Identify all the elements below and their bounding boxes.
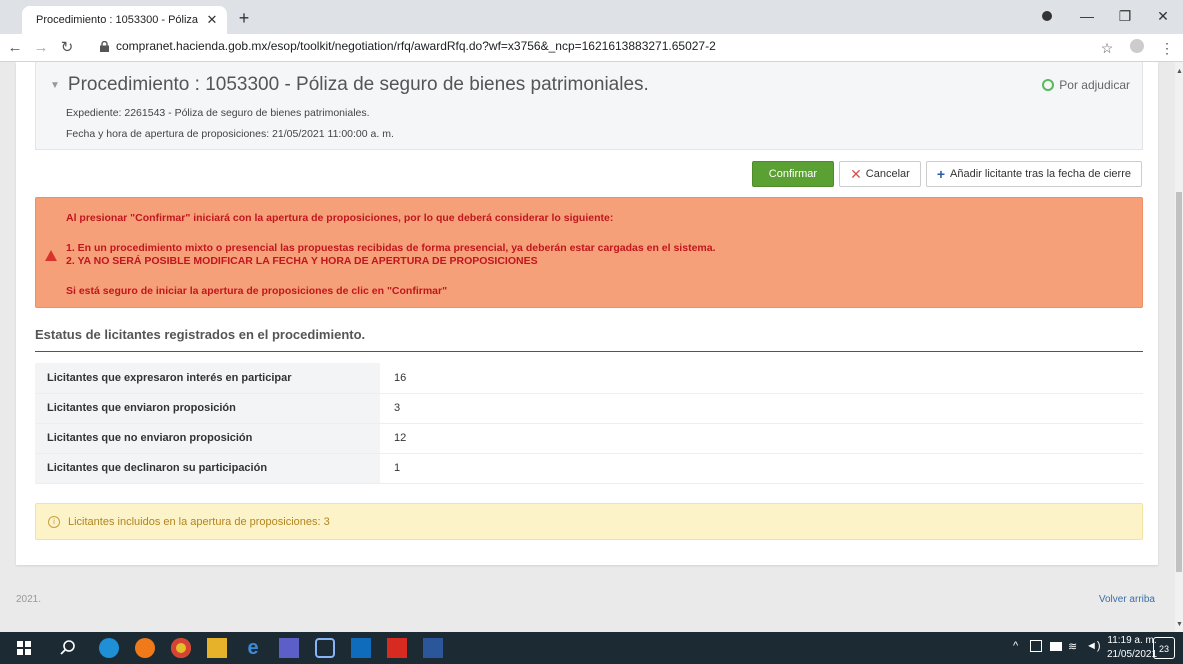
volume-icon[interactable]: ◄) bbox=[1086, 640, 1101, 652]
alert-item-2: 2. YA NO SERÁ POSIBLE MODIFICAR LA FECHA… bbox=[66, 255, 538, 267]
stats-section-title: Estatus de licitantes registrados en el … bbox=[35, 327, 366, 342]
page-viewport: ▼ Procedimiento : 1053300 - Póliza de se… bbox=[0, 62, 1175, 632]
procedure-title: Procedimiento : 1053300 - Póliza de segu… bbox=[67, 74, 649, 95]
chrome-icon[interactable] bbox=[171, 638, 191, 658]
profile-dot-icon[interactable] bbox=[1032, 4, 1062, 28]
stat-label: Licitantes que expresaron interés en par… bbox=[35, 363, 380, 394]
back-to-top-link[interactable]: Volver arriba bbox=[1099, 594, 1155, 605]
battery-icon[interactable] bbox=[1050, 642, 1062, 651]
taskbar-clock[interactable]: 11:19 a. m. 21/05/2021 bbox=[1107, 634, 1157, 662]
collapse-caret-icon[interactable]: ▼ bbox=[50, 80, 60, 91]
teams-icon[interactable] bbox=[279, 638, 299, 658]
profile-icon[interactable] bbox=[1126, 38, 1148, 58]
clock-time: 11:19 a. m. bbox=[1107, 635, 1157, 646]
tray-app-icon[interactable] bbox=[1030, 640, 1042, 652]
clock-icon bbox=[1042, 79, 1055, 91]
cancel-button[interactable]: ✕ Cancelar bbox=[839, 161, 921, 187]
action-buttons: Confirmar ✕ Cancelar + Añadir licitante … bbox=[751, 161, 1142, 187]
warning-alert: Al presionar "Confirmar" iniciará con la… bbox=[35, 197, 1143, 308]
wifi-icon[interactable]: ≋ bbox=[1068, 640, 1077, 653]
status-badge: Por adjudicar bbox=[1042, 78, 1130, 92]
plus-icon: + bbox=[936, 166, 946, 182]
back-icon[interactable]: ← bbox=[4, 37, 26, 59]
main-card: ▼ Procedimiento : 1053300 - Póliza de se… bbox=[16, 62, 1158, 565]
close-window-icon[interactable]: ✕ bbox=[1148, 4, 1178, 28]
alert-item-1: 1. En un procedimiento mixto o presencia… bbox=[66, 242, 716, 254]
info-alert: i Licitantes incluidos en la apertura de… bbox=[35, 503, 1143, 540]
reload-icon[interactable]: ↻ bbox=[56, 37, 78, 59]
restore-icon[interactable]: ❐ bbox=[1110, 4, 1140, 28]
tray-chevron-icon[interactable]: ^ bbox=[1013, 640, 1018, 652]
scroll-up-icon[interactable]: ▲ bbox=[1176, 68, 1183, 75]
expediente-text: Expediente: 2261543 - Póliza de seguro d… bbox=[66, 107, 370, 119]
edge-icon[interactable] bbox=[99, 638, 119, 658]
outlook-icon[interactable] bbox=[351, 638, 371, 658]
scroll-down-icon[interactable]: ▼ bbox=[1176, 621, 1183, 628]
forward-icon[interactable]: → bbox=[30, 37, 52, 59]
stat-value: 3 bbox=[380, 393, 1143, 424]
browser-toolbar: ← → ↻ compranet.hacienda.gob.mx/esop/too… bbox=[0, 34, 1183, 62]
confirm-button-label: Confirmar bbox=[768, 168, 818, 180]
stat-label: Licitantes que enviaron proposición bbox=[35, 393, 380, 424]
clock-date: 21/05/2021 bbox=[1107, 649, 1158, 660]
info-icon: i bbox=[48, 515, 60, 528]
search-icon[interactable] bbox=[58, 638, 78, 658]
section-divider bbox=[35, 351, 1143, 352]
minimize-icon[interactable]: — bbox=[1072, 4, 1102, 28]
browser-tab-strip: Procedimiento : 1053300 - Póliza ✕ + — ❐… bbox=[0, 0, 1183, 34]
stats-table: Licitantes que expresaron interés en par… bbox=[35, 363, 1143, 484]
cancel-button-label: Cancelar bbox=[865, 168, 910, 180]
alert-closing: Si está seguro de iniciar la apertura de… bbox=[66, 285, 448, 297]
add-bidder-label: Añadir licitante tras la fecha de cierre bbox=[950, 168, 1131, 180]
scrollbar-thumb[interactable] bbox=[1176, 192, 1182, 572]
windows-start-icon[interactable] bbox=[14, 638, 34, 658]
stat-value: 12 bbox=[380, 423, 1143, 454]
address-bar[interactable]: compranet.hacienda.gob.mx/esop/toolkit/n… bbox=[116, 39, 716, 53]
procedure-header: ▼ Procedimiento : 1053300 - Póliza de se… bbox=[35, 62, 1143, 150]
status-label: Por adjudicar bbox=[1059, 78, 1130, 92]
stat-label: Licitantes que declinaron su participaci… bbox=[35, 453, 380, 484]
stat-label: Licitantes que no enviaron proposición bbox=[35, 423, 380, 454]
browser-tab-title: Procedimiento : 1053300 - Póliza bbox=[36, 14, 199, 26]
table-row: Licitantes que no enviaron proposición 1… bbox=[35, 423, 1143, 454]
warning-icon bbox=[45, 250, 57, 261]
table-row: Licitantes que enviaron proposición 3 bbox=[35, 393, 1143, 424]
confirm-button[interactable]: Confirmar bbox=[751, 161, 835, 187]
add-bidder-button[interactable]: + Añadir licitante tras la fecha de cier… bbox=[925, 161, 1142, 187]
word-icon[interactable] bbox=[423, 638, 443, 658]
windows-taskbar: e ^ ≋ ◄) 11:19 a. m. 21/05/2021 23 bbox=[0, 632, 1183, 664]
page-scrollbar[interactable]: ▲ ▼ bbox=[1175, 62, 1183, 632]
firefox-icon[interactable] bbox=[135, 638, 155, 658]
browser-tab[interactable]: Procedimiento : 1053300 - Póliza ✕ bbox=[22, 6, 227, 34]
table-row: Licitantes que declinaron su participaci… bbox=[35, 453, 1143, 484]
footer-year: 2021. bbox=[16, 594, 42, 605]
bookmark-star-icon[interactable]: ☆ bbox=[1096, 38, 1118, 58]
notifications-icon[interactable]: 23 bbox=[1153, 637, 1175, 659]
table-row: Licitantes que expresaron interés en par… bbox=[35, 363, 1143, 394]
stat-value: 16 bbox=[380, 363, 1143, 394]
new-tab-icon[interactable]: + bbox=[232, 6, 256, 30]
defender-icon[interactable] bbox=[315, 638, 335, 658]
file-explorer-icon[interactable] bbox=[207, 638, 227, 658]
stat-value: 1 bbox=[380, 453, 1143, 484]
cancel-x-icon: ✕ bbox=[850, 165, 862, 182]
menu-icon[interactable]: ⋮ bbox=[1156, 38, 1178, 58]
apertura-text: Fecha y hora de apertura de proposicione… bbox=[66, 128, 394, 140]
alert-intro: Al presionar "Confirmar" iniciará con la… bbox=[66, 212, 614, 224]
tab-close-icon[interactable]: ✕ bbox=[203, 12, 221, 28]
procedure-title-row: ▼ Procedimiento : 1053300 - Póliza de se… bbox=[50, 74, 649, 96]
acrobat-icon[interactable] bbox=[387, 638, 407, 658]
info-text: Licitantes incluidos en la apertura de p… bbox=[68, 515, 330, 528]
lock-icon bbox=[100, 41, 109, 52]
internet-explorer-icon[interactable]: e bbox=[243, 638, 263, 658]
